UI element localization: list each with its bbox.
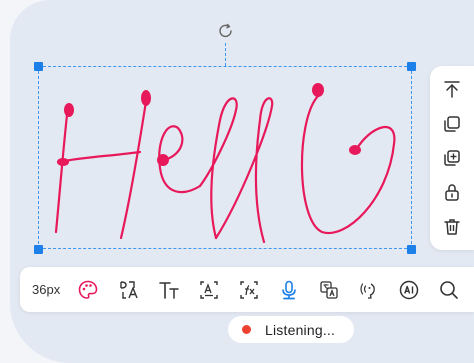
- bring-to-front-icon: [444, 81, 460, 98]
- recording-indicator: [242, 325, 251, 334]
- delete-button[interactable]: [439, 214, 465, 240]
- resize-handle-top-right[interactable]: [407, 62, 416, 71]
- selection-box[interactable]: [38, 66, 412, 249]
- add-copy-button[interactable]: [439, 145, 465, 171]
- voice-input-button[interactable]: [273, 274, 304, 306]
- duplicate-icon: [444, 115, 460, 132]
- text-size-icon: [158, 281, 179, 299]
- font-case-button[interactable]: [113, 274, 144, 306]
- formula-icon: [240, 280, 258, 299]
- lock-button[interactable]: [439, 179, 465, 205]
- bring-to-front-button[interactable]: [439, 76, 465, 102]
- speech-button[interactable]: [354, 274, 385, 306]
- resize-handle-top-left[interactable]: [34, 62, 43, 71]
- lock-icon: [445, 184, 459, 202]
- ai-icon: [400, 280, 419, 299]
- rotate-icon: [219, 23, 232, 38]
- add-copy-icon: [444, 150, 460, 166]
- rotate-stem: [225, 43, 226, 66]
- search-icon: [440, 280, 459, 299]
- text-recognition-button[interactable]: [193, 274, 224, 306]
- font-case-icon: [119, 280, 138, 299]
- delete-icon: [444, 219, 460, 235]
- translate-icon: [320, 280, 338, 299]
- text-size-button[interactable]: [153, 274, 184, 306]
- font-size-button[interactable]: 36px: [32, 282, 71, 297]
- listening-label: Listening...: [265, 321, 336, 338]
- rotate-handle[interactable]: [214, 19, 238, 43]
- speech-icon: [360, 282, 376, 299]
- microphone-icon: [282, 280, 296, 299]
- ink-format-toolbar: 36px: [20, 267, 474, 312]
- listening-status: Listening...: [228, 316, 354, 343]
- translate-button[interactable]: [314, 274, 345, 306]
- ai-button[interactable]: [394, 274, 425, 306]
- search-button[interactable]: [434, 274, 465, 306]
- resize-handle-bottom-left[interactable]: [34, 245, 43, 254]
- palette-icon: [79, 280, 98, 299]
- text-recognition-icon: [200, 280, 218, 299]
- formula-button[interactable]: [233, 274, 264, 306]
- resize-handle-bottom-right[interactable]: [407, 245, 416, 254]
- duplicate-button[interactable]: [439, 111, 465, 137]
- color-button[interactable]: [73, 274, 104, 306]
- object-side-toolbar: [430, 66, 474, 250]
